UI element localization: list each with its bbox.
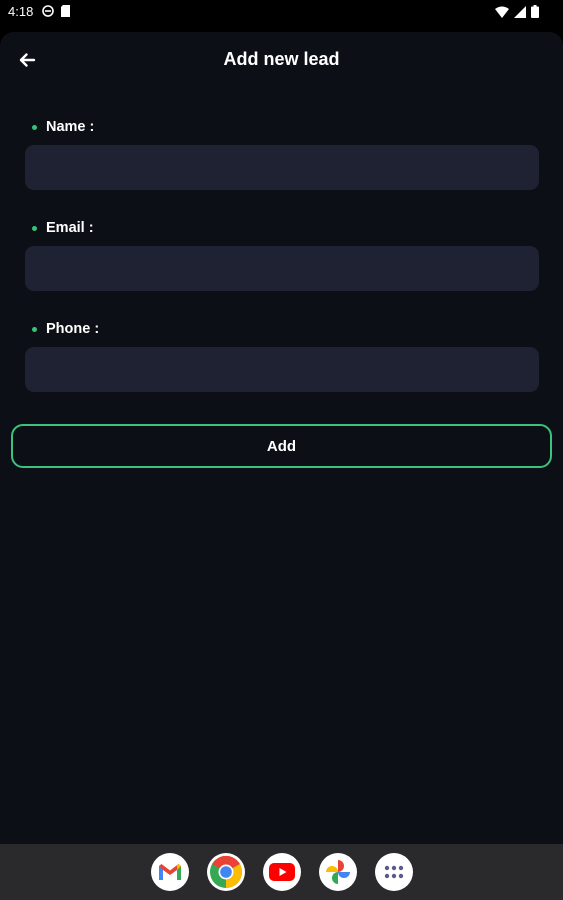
app-bar: Add new lead: [0, 32, 563, 88]
app-drawer-icon[interactable]: [375, 853, 413, 891]
battery-icon: [531, 5, 539, 21]
youtube-icon[interactable]: [263, 853, 301, 891]
status-time: 4:18: [8, 4, 34, 19]
phone-label-text: Phone :: [46, 321, 100, 337]
status-bar: 4:18: [0, 0, 563, 24]
app-screen: Add new lead Name : Email : Phone : Add: [0, 32, 563, 844]
wifi-icon: [495, 6, 509, 21]
bullet-dot-icon: [32, 326, 37, 332]
email-input[interactable]: [25, 246, 539, 291]
email-label-text: Email :: [46, 220, 94, 236]
name-label: Name :: [32, 119, 94, 135]
photos-icon[interactable]: [319, 853, 357, 891]
phone-label: Phone :: [32, 321, 99, 337]
signal-icon: [514, 5, 526, 21]
name-label-text: Name :: [46, 119, 95, 135]
chrome-icon[interactable]: [207, 853, 245, 891]
add-button[interactable]: Add: [11, 424, 552, 468]
gmail-icon[interactable]: [151, 853, 189, 891]
page-title: Add new lead: [223, 49, 340, 69]
name-input[interactable]: [25, 145, 539, 190]
sd-card-icon: [60, 5, 71, 20]
phone-input[interactable]: [25, 347, 539, 392]
bullet-dot-icon: [32, 124, 37, 130]
email-label: Email :: [32, 220, 94, 236]
settings-circle-icon: [42, 5, 54, 20]
app-dock: [0, 844, 563, 900]
bullet-dot-icon: [32, 225, 37, 231]
